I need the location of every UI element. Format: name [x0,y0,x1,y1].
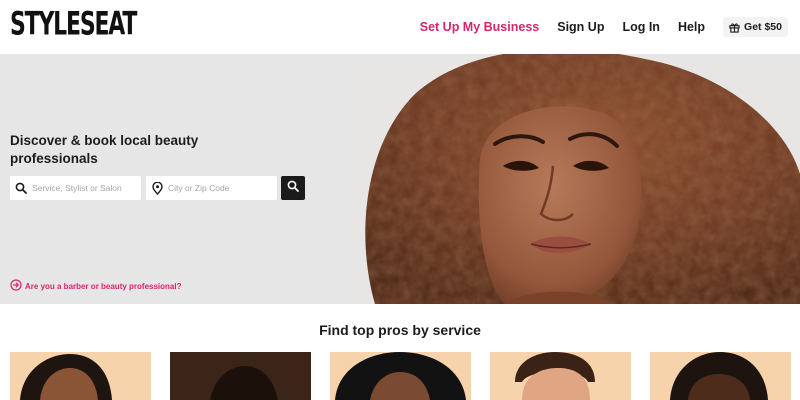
service-cards [10,352,791,400]
service-card[interactable] [650,352,791,400]
search-button[interactable] [281,176,305,200]
site-header: STYLESEAT Set Up My Business Sign Up Log… [0,0,800,54]
location-search-input[interactable] [168,183,268,193]
service-card[interactable] [490,352,631,400]
service-card[interactable] [10,352,151,400]
service-card[interactable] [330,352,471,400]
beauty-professional-label: Are you a barber or beauty professional? [25,281,182,291]
log-in-link[interactable]: Log In [622,20,660,34]
gift-icon [729,22,740,33]
setup-business-link[interactable]: Set Up My Business [420,20,539,34]
service-card-image [490,352,631,400]
hero-section: Discover & book local beauty professiona… [0,54,800,304]
help-link[interactable]: Help [678,20,705,34]
top-nav: Set Up My Business Sign Up Log In Help G… [420,0,788,54]
service-card-image [330,352,471,400]
service-card-image [650,352,791,400]
search-icon [287,179,299,197]
hero-model-photo [355,54,800,304]
service-card[interactable] [170,352,311,400]
location-search-field[interactable] [146,176,277,200]
arrow-circle-icon [10,279,22,293]
service-card-image [10,352,151,400]
beauty-professional-link[interactable]: Are you a barber or beauty professional? [10,279,181,293]
sign-up-link[interactable]: Sign Up [557,20,604,34]
services-title: Find top pros by service [319,322,481,338]
location-pin-icon [146,181,168,195]
service-search-input[interactable] [32,183,132,193]
search-icon [10,182,32,194]
hero-title: Discover & book local beauty professiona… [10,133,199,166]
service-search-field[interactable] [10,176,141,200]
service-card-image [170,352,311,400]
get-50-label: Get $50 [744,21,782,33]
styleseat-logo[interactable]: STYLESEAT [10,9,137,42]
get-50-button[interactable]: Get $50 [723,17,788,37]
